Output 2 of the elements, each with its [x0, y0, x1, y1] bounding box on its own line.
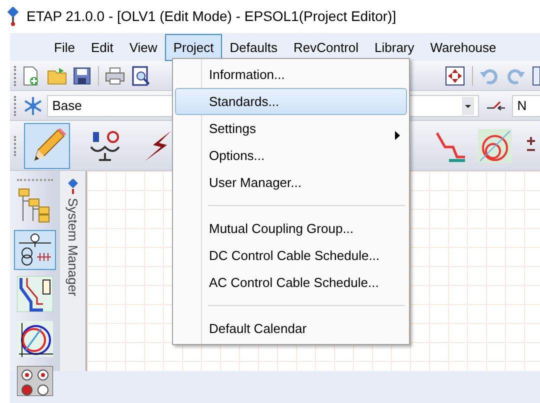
window-title: ETAP 21.0.0 - [OLV1 (Edit Mode) - EPSOL1(Project Editor)]	[26, 7, 396, 26]
combo-value: Base	[52, 96, 82, 114]
